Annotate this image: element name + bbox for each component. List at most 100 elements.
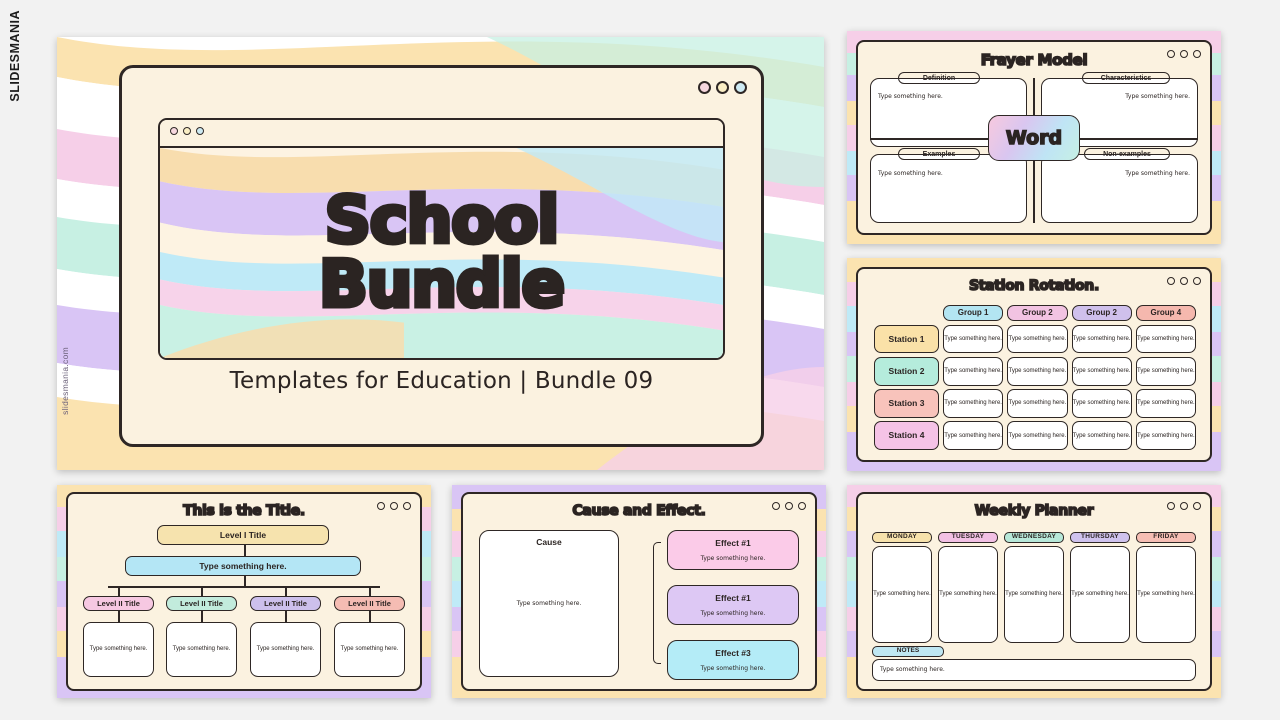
station-cell[interactable]: Type something here.: [1135, 324, 1196, 354]
org-level2-body-1[interactable]: Type something here.: [83, 622, 154, 677]
cell-placeholder: Type something here.: [944, 432, 1002, 439]
day-header-tuesday: TUESDAY: [938, 532, 998, 543]
station-cell[interactable]: Type something here.: [1007, 421, 1068, 450]
station-cell[interactable]: Type something here.: [943, 324, 1004, 354]
effect-box-1[interactable]: Effect #1 Type something here.: [667, 530, 799, 570]
org-level2-label-1[interactable]: Level II Title: [83, 596, 154, 611]
effect-placeholder-3: Type something here.: [700, 665, 766, 672]
frayer-label-characteristics: Characteristics: [1082, 72, 1170, 84]
station-cell[interactable]: Type something here.: [943, 421, 1004, 450]
station-cell[interactable]: Type something here.: [943, 356, 1004, 386]
station-cell[interactable]: Type something here.: [1071, 324, 1132, 354]
cell-placeholder: Type something here.: [1137, 368, 1195, 375]
org-level2-body-3[interactable]: Type something here.: [250, 622, 321, 677]
day-placeholder: Type something here.: [873, 591, 931, 598]
dot-icon: [785, 502, 793, 510]
slidesmania-brand-label: SLIDESMANIA: [8, 10, 22, 102]
org-level2-body-2[interactable]: Type something here.: [166, 622, 237, 677]
day-header-wednesday: WEDNESDAY: [1004, 532, 1064, 543]
station-cell[interactable]: Type something here.: [1007, 356, 1068, 386]
slide-station-rotation[interactable]: Station Rotation. Group 1 Group 2 Group …: [847, 258, 1221, 471]
frayer-body-examples[interactable]: Type something here.: [878, 170, 943, 178]
hero-title-line-2: Bundle: [316, 248, 567, 322]
org-level2-label-3[interactable]: Level II Title: [250, 596, 321, 611]
effect-box-2[interactable]: Effect #1 Type something here.: [667, 585, 799, 625]
cell-placeholder: Type something here.: [1008, 400, 1067, 407]
slidesmania-watermark: slidesmania.com: [60, 347, 70, 415]
frayer-label-examples: Examples: [898, 148, 980, 160]
org-level2-label-4[interactable]: Level II Title: [334, 596, 405, 611]
station-cell[interactable]: Type something here.: [1135, 356, 1196, 386]
station-cell[interactable]: Type something here.: [1071, 421, 1132, 450]
hero-inner-window-controls[interactable]: [170, 127, 204, 135]
effect-box-3[interactable]: Effect #3 Type something here.: [667, 640, 799, 680]
slide-weekly-planner[interactable]: Weekly Planner MONDAY Type something her…: [847, 485, 1221, 698]
notes-box[interactable]: Type something here.: [872, 659, 1196, 681]
station-label-4: Station 4: [874, 421, 939, 450]
org-level-mid-box[interactable]: Type something here.: [125, 556, 361, 576]
station-cell[interactable]: Type something here.: [943, 389, 1004, 418]
org-level2-label-2[interactable]: Level II Title: [166, 596, 237, 611]
notes-placeholder: Type something here.: [880, 665, 945, 673]
day-body-tuesday[interactable]: Type something here.: [938, 546, 998, 643]
day-placeholder: Type something here.: [1137, 591, 1195, 598]
group-header-2: Group 2: [1007, 305, 1068, 321]
pink-dot-icon: [170, 127, 178, 135]
hero-window-controls[interactable]: [698, 81, 747, 94]
slide-org-chart[interactable]: This is the Title. Level I Title Type so…: [57, 485, 431, 698]
cause-effect-title: Cause and Effect.: [572, 502, 707, 520]
group-header-1: Group 1: [943, 305, 1004, 321]
slide-frayer-model[interactable]: Frayer Model Definition Type something h…: [847, 31, 1221, 244]
brace-connector: [653, 542, 661, 664]
station-cell[interactable]: Type something here.: [1135, 389, 1196, 418]
slide-hero-school-bundle[interactable]: slidesmania.com School Bundle Templates …: [57, 37, 824, 470]
cause-placeholder: Type something here.: [516, 599, 582, 607]
frayer-quadrant-examples[interactable]: [870, 154, 1027, 223]
day-placeholder: Type something here.: [1005, 591, 1063, 598]
frayer-body-definition[interactable]: Type something here.: [878, 93, 943, 101]
slide-cause-and-effect[interactable]: Cause and Effect. Cause Type something h…: [452, 485, 826, 698]
dot-icon: [1167, 50, 1175, 58]
notes-label: NOTES: [872, 646, 944, 657]
day-body-friday[interactable]: Type something here.: [1136, 546, 1196, 643]
dot-icon: [1167, 277, 1175, 285]
cell-placeholder: Type something here.: [1008, 432, 1067, 439]
hero-inner-browser-window: School Bundle: [158, 118, 725, 360]
org-level1-box[interactable]: Level I Title: [157, 525, 329, 545]
cause-effect-board: Cause and Effect. Cause Type something h…: [461, 492, 817, 691]
day-body-monday[interactable]: Type something here.: [872, 546, 932, 643]
effect-label-1: Effect #1: [715, 538, 751, 548]
dot-icon: [1180, 50, 1188, 58]
station-cell[interactable]: Type something here.: [1071, 389, 1132, 418]
header-corner-spacer: [874, 305, 939, 321]
window-controls-icon[interactable]: [1167, 502, 1201, 510]
cell-placeholder: Type something here.: [1072, 368, 1131, 375]
org-level2-body-4[interactable]: Type something here.: [334, 622, 405, 677]
frayer-quadrant-non-examples[interactable]: [1041, 154, 1198, 223]
station-cell[interactable]: Type something here.: [1007, 324, 1068, 354]
body-placeholder: Type something here.: [172, 646, 231, 653]
station-cell[interactable]: Type something here.: [1071, 356, 1132, 386]
frayer-body-non-examples[interactable]: Type something here.: [1125, 170, 1190, 178]
station-cell[interactable]: Type something here.: [1135, 421, 1196, 450]
day-body-wednesday[interactable]: Type something here.: [1004, 546, 1064, 643]
frayer-body-characteristics[interactable]: Type something here.: [1125, 93, 1190, 101]
frayer-center-word-box[interactable]: Word: [988, 114, 1080, 161]
day-column-thursday: THURSDAY Type something here.: [1070, 532, 1130, 643]
dot-icon: [772, 502, 780, 510]
cell-placeholder: Type something here.: [1008, 368, 1067, 375]
station-cell[interactable]: Type something here.: [1007, 389, 1068, 418]
window-controls-icon[interactable]: [1167, 50, 1201, 58]
effect-label-2: Effect #1: [715, 593, 751, 603]
frayer-title: Frayer Model: [980, 50, 1089, 70]
connector-line: [244, 576, 246, 586]
hero-subtitle: Templates for Education | Bundle 09: [229, 368, 654, 394]
day-body-thursday[interactable]: Type something here.: [1070, 546, 1130, 643]
window-controls-icon[interactable]: [1167, 277, 1201, 285]
window-controls-icon[interactable]: [772, 502, 806, 510]
dot-icon: [1180, 277, 1188, 285]
hero-window-content: School Bundle: [160, 148, 723, 358]
cause-box[interactable]: Cause Type something here.: [479, 530, 619, 677]
dot-icon: [1193, 50, 1201, 58]
group-header-3: Group 2: [1071, 305, 1132, 321]
